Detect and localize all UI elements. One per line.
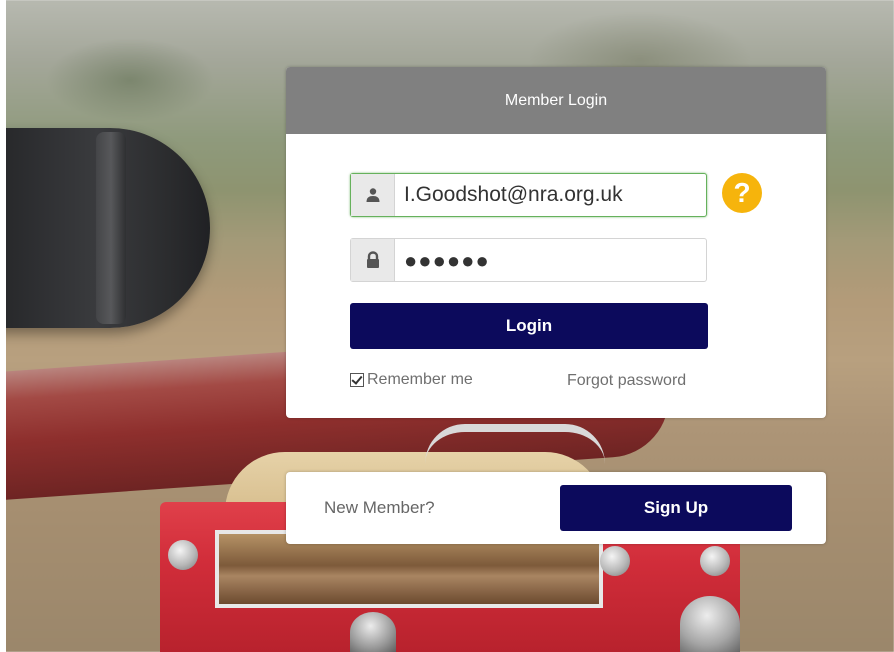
rest-bolt: [700, 546, 730, 576]
password-field-group: ●●●●●●: [350, 238, 707, 282]
email-field-group: [350, 173, 707, 217]
login-button[interactable]: Login: [350, 303, 708, 349]
rest-knob: [680, 596, 740, 652]
checkbox-checked-icon[interactable]: [350, 373, 364, 387]
login-card: Member Login ? ●●●●●● Login Remember me …: [286, 67, 826, 418]
user-icon: [351, 174, 395, 216]
left-edge: [0, 0, 6, 652]
rest-bolt: [168, 540, 198, 570]
rest-knob: [350, 612, 396, 652]
password-input[interactable]: ●●●●●●: [395, 239, 706, 281]
new-member-label: New Member?: [324, 498, 435, 517]
lock-icon: [351, 239, 395, 281]
remember-me-checkbox[interactable]: Remember me: [350, 371, 473, 389]
signup-card: New Member? Sign Up: [286, 472, 826, 544]
sign-up-button[interactable]: Sign Up: [560, 485, 792, 531]
help-icon[interactable]: ?: [722, 173, 762, 213]
scope-ring: [96, 132, 126, 324]
forgot-password-link[interactable]: Forgot password: [567, 372, 686, 390]
login-title: Member Login: [286, 67, 826, 134]
remember-me-label: Remember me: [367, 371, 473, 388]
email-input[interactable]: [395, 174, 706, 216]
rest-bolt: [600, 546, 630, 576]
